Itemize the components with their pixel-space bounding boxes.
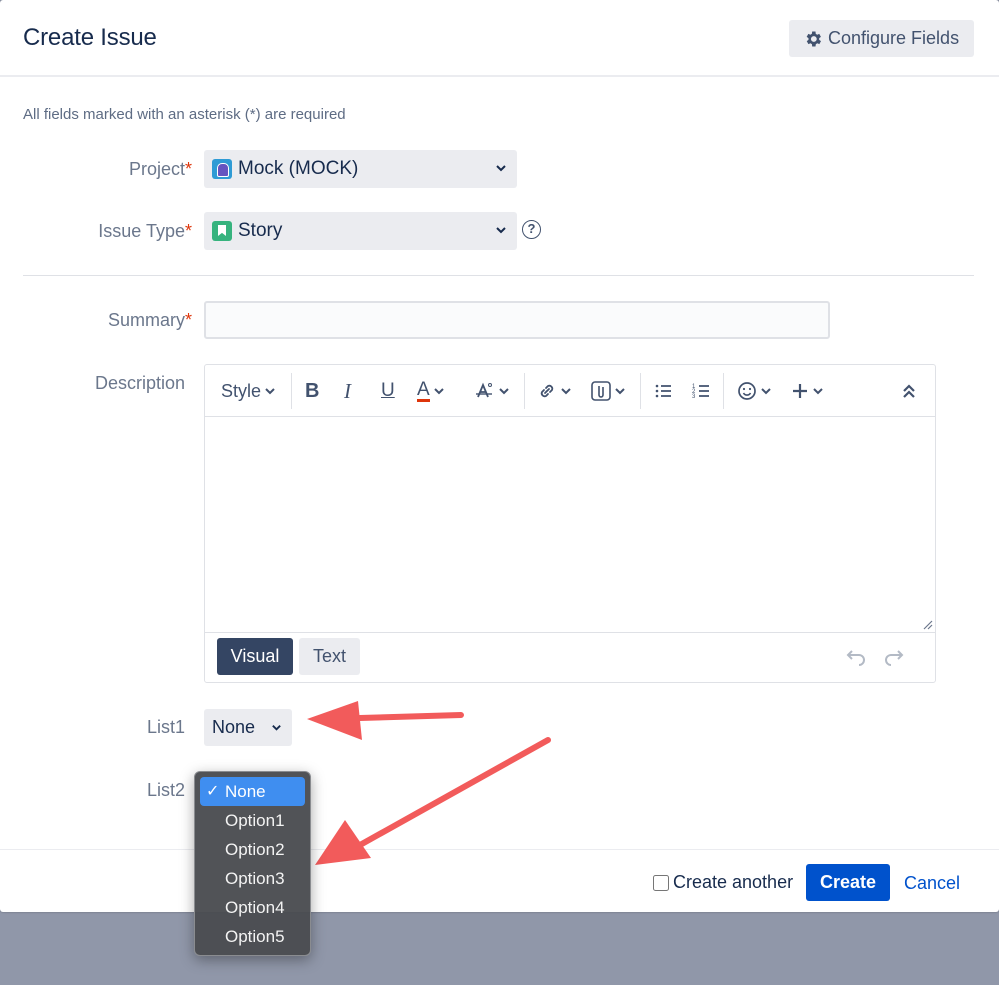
chevron-down-icon xyxy=(496,227,506,234)
double-chevron-up-icon xyxy=(903,384,915,398)
description-editor: Style B I U A 1 2 3 Visual Text xyxy=(204,364,936,683)
attachment-button[interactable] xyxy=(591,377,625,405)
text-effects-icon xyxy=(476,382,492,398)
redo-icon[interactable] xyxy=(883,647,905,667)
collapse-toolbar-button[interactable] xyxy=(902,377,916,405)
numbered-list-icon[interactable]: 123 xyxy=(692,377,710,405)
list2-option-none[interactable]: ✓ None xyxy=(200,777,305,806)
project-avatar-icon xyxy=(212,159,232,179)
chevron-down-icon xyxy=(561,388,571,395)
project-select[interactable]: Mock (MOCK) xyxy=(204,150,517,188)
chevron-down-icon xyxy=(433,388,444,395)
italic-icon[interactable]: I xyxy=(344,377,351,405)
chevron-down-icon xyxy=(265,388,275,395)
visual-mode-tab[interactable]: Visual xyxy=(217,638,293,675)
annotation-arrow-list2 xyxy=(315,737,551,865)
resize-grip-icon[interactable] xyxy=(923,620,933,630)
chevron-down-icon xyxy=(813,388,823,395)
style-dropdown-label: Style xyxy=(221,380,262,401)
text-mode-tab[interactable]: Text xyxy=(299,638,360,675)
list2-option-4[interactable]: Option4 xyxy=(200,893,305,922)
attachment-icon xyxy=(591,381,611,401)
editor-toolbar: Style B I U A 1 2 3 xyxy=(205,365,935,417)
configure-fields-label: Configure Fields xyxy=(828,28,960,48)
style-dropdown[interactable]: Style xyxy=(221,377,275,405)
svg-text:3: 3 xyxy=(692,394,696,400)
summary-input[interactable] xyxy=(204,301,830,339)
issue-type-label: Issue Type* xyxy=(98,221,192,241)
list2-dropdown-menu: ✓ None Option1 Option2 Option3 Option4 O… xyxy=(194,771,311,956)
undo-icon[interactable] xyxy=(845,647,867,667)
issue-type-select[interactable]: Story xyxy=(204,212,517,250)
chevron-down-icon xyxy=(272,725,281,731)
list1-label: List1 xyxy=(146,717,185,737)
dialog-title: Create Issue xyxy=(23,24,157,51)
help-icon[interactable]: ? xyxy=(522,220,541,239)
create-another-label: Create another xyxy=(673,872,794,892)
gear-icon xyxy=(806,31,821,46)
chevron-down-icon xyxy=(499,388,509,395)
list1-select[interactable]: None xyxy=(204,709,292,746)
chevron-down-icon xyxy=(496,165,506,172)
checkmark-icon: ✓ xyxy=(206,783,220,800)
summary-label: Summary* xyxy=(107,310,192,330)
required-fields-note: All fields marked with an asterisk (*) a… xyxy=(23,106,346,123)
create-another-checkbox-input[interactable] xyxy=(653,874,669,891)
description-textarea[interactable] xyxy=(205,417,935,633)
create-button[interactable]: Create xyxy=(806,864,890,901)
dialog-header: Create Issue Configure Fields xyxy=(0,0,999,77)
chevron-down-icon xyxy=(615,388,625,395)
emoji-button[interactable] xyxy=(737,377,771,405)
list2-label: List2 xyxy=(146,780,185,800)
list2-option-1[interactable]: Option1 xyxy=(200,806,305,835)
bullet-list-icon[interactable] xyxy=(654,377,672,405)
list2-option-5[interactable]: Option5 xyxy=(200,922,305,951)
emoji-icon xyxy=(738,382,756,400)
list2-option-2[interactable]: Option2 xyxy=(200,835,305,864)
story-icon xyxy=(212,221,232,241)
description-label: Description xyxy=(94,373,185,393)
text-format-button[interactable] xyxy=(475,377,509,405)
list2-option-3[interactable]: Option3 xyxy=(200,864,305,893)
section-divider xyxy=(23,275,974,276)
text-color-button[interactable]: A xyxy=(417,377,444,405)
configure-fields-button[interactable]: Configure Fields xyxy=(789,20,974,57)
project-select-value: Mock (MOCK) xyxy=(238,158,359,179)
text-color-icon: A xyxy=(417,378,430,402)
project-label: Project* xyxy=(128,159,192,179)
plus-icon xyxy=(793,384,807,398)
link-icon xyxy=(540,384,554,398)
link-button[interactable] xyxy=(537,377,571,405)
cancel-link[interactable]: Cancel xyxy=(904,873,960,894)
underline-icon[interactable]: U xyxy=(381,377,395,405)
list1-select-value: None xyxy=(212,717,256,737)
issue-type-select-value: Story xyxy=(238,220,283,241)
insert-more-button[interactable] xyxy=(791,377,823,405)
bold-icon[interactable]: B xyxy=(305,377,319,405)
chevron-down-icon xyxy=(761,388,771,395)
create-another-checkbox[interactable]: Create another xyxy=(653,872,793,893)
